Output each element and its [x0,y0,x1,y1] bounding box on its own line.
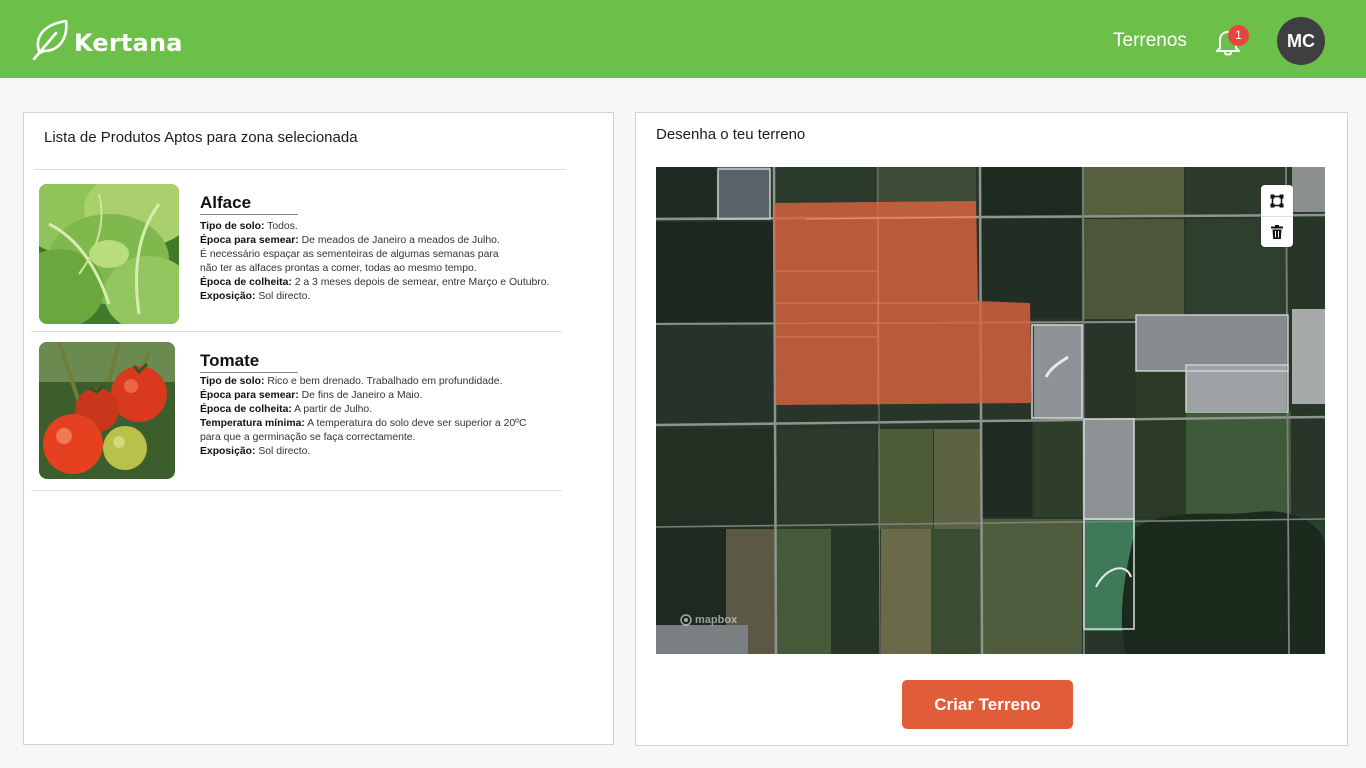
brand-logo[interactable]: Kertana [30,17,183,61]
nav-link-terrenos[interactable]: Terrenos [1113,30,1187,52]
products-panel: Lista de Produtos Aptos para zona seleci… [23,112,614,745]
info-line: Tipo de solo: Todos. [200,221,298,232]
products-panel-title: Lista de Produtos Aptos para zona seleci… [44,129,358,146]
product-item-alface[interactable]: Alface Tipo de solo: Todos. Época para s… [24,183,604,333]
user-avatar[interactable]: MC [1277,17,1325,65]
divider [31,490,562,491]
divider [34,169,566,170]
product-item-tomate[interactable]: Tomate Tipo de solo: Rico e bem drenado.… [24,341,604,491]
info-line: Época de colheita: A partir de Julho. [200,404,373,415]
map-panel-title: Desenha o teu terreno [656,126,806,143]
info-line: Tipo de solo: Rico e bem drenado. Trabal… [200,376,503,387]
trash-icon [1271,225,1283,239]
polygon-draw-button[interactable] [1261,185,1293,216]
info-line: É necessário espaçar as sementeiras de a… [200,249,499,260]
info-line: Exposição: Sol directo. [200,291,311,302]
delete-polygon-button[interactable] [1261,216,1293,247]
info-line: Época para semear: De meados de Janeiro … [200,235,500,246]
info-line: Temperatura mínima: A temperatura do sol… [200,418,527,429]
info-line: não ter as alfaces prontas a comer, toda… [200,263,477,274]
info-line: para que a germinação se faça correctame… [200,432,416,443]
map-draw-controls [1261,185,1293,247]
polygon-draw-icon [1270,194,1284,207]
divider [31,331,562,332]
tomato-image [39,342,175,479]
leaf-icon [32,19,68,61]
product-name: Tomate [200,351,298,373]
top-bar: Kertana Terrenos 1 MC [0,0,1366,78]
mapbox-text: mapbox [695,614,738,626]
info-line: Época para semear: De fins de Janeiro a … [200,390,423,401]
product-info: Tipo de solo: Rico e bem drenado. Trabal… [200,375,570,459]
map-panel: Desenha o teu terreno mapbox Criar Terre… [635,112,1348,746]
info-line: Época de colheita: 2 a 3 meses depois de… [200,277,550,288]
product-info: Tipo de solo: Todos. Época para semear: … [200,220,570,304]
info-line: Exposição: Sol directo. [200,446,311,457]
notification-badge: 1 [1228,25,1249,46]
map-canvas [656,167,1325,654]
satellite-map[interactable]: mapbox [656,167,1325,654]
mapbox-attribution: mapbox [680,614,737,626]
mapbox-icon [680,614,692,626]
product-name: Alface [200,193,298,215]
brand-name: Kertana [74,29,183,57]
lettuce-image [39,184,179,324]
create-terrain-button[interactable]: Criar Terreno [902,680,1073,729]
